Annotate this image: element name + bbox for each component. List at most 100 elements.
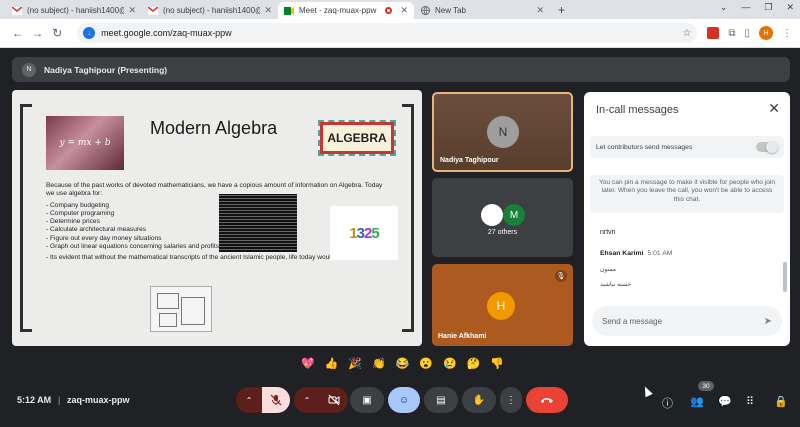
host-controls-icon[interactable]: 🔒 <box>774 395 788 408</box>
participant-tile-nadiya[interactable]: N Nadiya Taghipour <box>432 92 573 172</box>
camera-toggle-button[interactable] <box>320 387 348 413</box>
close-tab-icon[interactable]: ✕ <box>128 5 136 16</box>
meeting-time: 5:12 AM <box>17 395 52 405</box>
in-call-messages-panel: In-call messages ✕ Let contributors send… <box>584 92 790 346</box>
close-tab-icon[interactable]: ✕ <box>264 5 272 16</box>
back-icon[interactable]: ← <box>8 26 28 40</box>
tab-gmail-2[interactable]: (no subject) - haniish1400@gm ✕ <box>142 2 278 19</box>
tab-title: (no subject) - haniish1400@gm <box>163 6 260 15</box>
restore-icon[interactable]: ❐ <box>764 2 772 13</box>
participant-avatar: M <box>503 204 525 226</box>
sender-name: Ehsan Karimi <box>600 250 644 257</box>
reaction-surprised-icon[interactable]: 😮 <box>419 357 433 370</box>
present-screen-button[interactable]: ▣ <box>350 387 384 413</box>
extensions-puzzle-icon[interactable]: ⧉ <box>728 28 735 39</box>
mic-off-icon <box>270 394 282 406</box>
tab-title: Meet - zaq-muax-ppw <box>299 6 377 15</box>
raise-hand-button[interactable]: ✋ <box>462 387 496 413</box>
window-controls: ⌄ — ❐ ✕ <box>720 2 794 13</box>
close-window-icon[interactable]: ✕ <box>786 2 794 13</box>
contributors-toggle-row: Let contributors send messages <box>590 136 784 158</box>
close-icon[interactable]: ✕ <box>768 100 780 117</box>
tab-meet[interactable]: Meet - zaq-muax-ppw ✕ <box>278 2 414 19</box>
numbers-image: 1 3 2 5 <box>330 206 398 260</box>
reactions-button[interactable]: ☺ <box>388 387 420 413</box>
minimize-icon[interactable]: — <box>741 2 750 13</box>
recording-icon <box>385 7 393 14</box>
presenting-label: Nadiya Taghipour (Presenting) <box>44 64 168 75</box>
reaction-sad-icon[interactable]: 😢 <box>443 357 457 370</box>
address-bar[interactable]: ↓ meet.google.com/zaq-muax-ppw ☆ <box>77 23 698 43</box>
reactions-bar: 💖 👍 🎉 👏 😂 😮 😢 🤔 👎 <box>295 352 510 374</box>
participant-name: Nadiya Taghipour <box>440 157 499 164</box>
chat-scrollbar[interactable] <box>783 262 787 292</box>
side-panel-icon[interactable]: ▯ <box>744 28 750 39</box>
tab-gmail-1[interactable]: (no subject) - haniish1400@gm ✕ <box>6 2 142 19</box>
code-image <box>219 194 297 252</box>
reload-icon[interactable]: ↻ <box>47 26 67 40</box>
tab-title: New Tab <box>435 6 466 15</box>
video-options-caret[interactable]: ⌃ <box>294 387 320 413</box>
close-tab-icon[interactable]: ✕ <box>400 5 408 16</box>
extension-icon[interactable] <box>707 27 720 39</box>
equation-image: y = mx + b <box>46 116 124 170</box>
bookmark-star-icon[interactable]: ☆ <box>682 28 691 39</box>
toggle-label: Let contributors send messages <box>596 143 693 151</box>
mic-toggle-button[interactable] <box>262 387 290 413</box>
reaction-thumbs-down-icon[interactable]: 👎 <box>490 357 504 370</box>
camera-off-icon <box>328 394 340 406</box>
number-glyph: 5 <box>371 224 379 242</box>
site-info-icon[interactable]: ↓ <box>83 27 96 39</box>
participant-tile-others[interactable]: M 27 others <box>432 178 573 257</box>
participant-avatar <box>481 204 503 226</box>
slide-bracket-left <box>20 104 32 332</box>
slide-title: Modern Algebra <box>150 118 278 138</box>
leave-call-button[interactable] <box>526 387 568 413</box>
menu-kebab-icon[interactable]: ⋮ <box>782 28 792 39</box>
new-tab-button[interactable]: + <box>550 2 573 19</box>
tab-title: (no subject) - haniish1400@gm <box>27 6 124 15</box>
presentation-view[interactable]: y = mx + b Modern Algebra ALGEBRA Becaus… <box>12 90 422 346</box>
send-icon[interactable]: ➤ <box>764 316 772 327</box>
participant-tile-hanie[interactable]: 🎙 H Hanie Afkhami <box>432 264 573 346</box>
profile-avatar[interactable]: H <box>759 26 773 40</box>
tab-search-icon[interactable]: ⌄ <box>720 2 728 13</box>
call-controls-bar: 5:12 AM | zaq-muax-ppw ⌃ ⌃ ▣ ☺ ▤ ✋ ⋮ ⓘ 👥… <box>0 380 800 420</box>
slide-bracket-right <box>402 104 414 332</box>
participant-name: Hanie Afkhami <box>438 333 487 340</box>
browser-toolbar: ← → ↻ ↓ meet.google.com/zaq-muax-ppw ☆ ⧉… <box>0 19 800 48</box>
people-icon[interactable]: 👥 <box>690 395 704 408</box>
reaction-clap-icon[interactable]: 👏 <box>372 357 386 370</box>
gmail-icon <box>148 6 158 16</box>
participant-avatar: H <box>487 292 515 320</box>
chat-sender: Ehsan Karimi 5:01 AM <box>600 250 672 257</box>
chat-message: خسته نباشید <box>600 282 632 288</box>
reaction-laugh-icon[interactable]: 😂 <box>396 357 410 370</box>
tab-new-tab[interactable]: New Tab ✕ <box>414 2 550 19</box>
others-count-label: 27 others <box>487 229 518 236</box>
number-glyph: 1 <box>349 224 357 242</box>
close-tab-icon[interactable]: ✕ <box>536 5 544 16</box>
number-glyph: 2 <box>364 224 372 242</box>
chat-icon[interactable]: 💬 <box>718 395 732 408</box>
forward-icon[interactable]: → <box>28 26 48 40</box>
mic-muted-icon: 🎙 <box>555 270 567 282</box>
present-screen-icon: ▣ <box>362 394 372 406</box>
contributors-toggle-switch[interactable] <box>756 141 778 153</box>
participant-count-badge: 30 <box>698 381 714 391</box>
more-options-button[interactable]: ⋮ <box>500 387 522 413</box>
gmail-icon <box>12 6 22 16</box>
url-text: meet.google.com/zaq-muax-ppw <box>101 28 232 38</box>
presenter-avatar: N <box>22 62 36 77</box>
send-message-input[interactable]: Send a message ➤ <box>592 306 782 336</box>
reaction-thumbs-up-icon[interactable]: 👍 <box>325 357 339 370</box>
message-time: 5:01 AM <box>647 250 673 257</box>
reaction-heart-icon[interactable]: 💖 <box>301 357 315 370</box>
reaction-party-icon[interactable]: 🎉 <box>348 357 362 370</box>
meeting-details-icon[interactable]: ⓘ <box>662 395 673 411</box>
activities-icon[interactable]: ⠿ <box>746 395 754 408</box>
captions-button[interactable]: ▤ <box>424 387 458 413</box>
audio-options-caret[interactable]: ⌃ <box>236 387 262 413</box>
chrome-icon <box>420 6 430 16</box>
reaction-thinking-icon[interactable]: 🤔 <box>467 357 481 370</box>
